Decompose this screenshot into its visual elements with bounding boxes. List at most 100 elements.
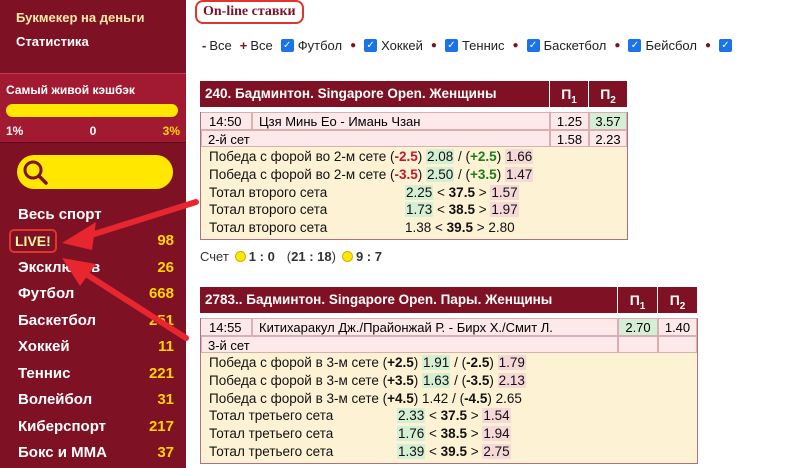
odd-p2[interactable]: 1.40 (658, 318, 697, 336)
odds-header-p2: П2 (589, 81, 628, 107)
sidebar: Букмекер на деньги Статистика Самый живо… (0, 0, 186, 468)
checkbox-baseball[interactable]: ✓ (628, 39, 642, 52)
checkbox-football[interactable]: ✓ (280, 39, 294, 52)
odd-value[interactable]: 1.42 (422, 391, 448, 406)
score-label: Счет (200, 249, 229, 264)
odd-under[interactable]: 1.76 (397, 426, 426, 442)
menu-item-basketball[interactable]: Баскетбол 251 (0, 307, 186, 334)
odds-header-label: П (669, 292, 680, 308)
odd-value[interactable]: 2.13 (497, 372, 526, 388)
event-title[interactable]: 2783.. Бадминтон. Singapore Open. Пары. … (200, 287, 618, 313)
match-teams[interactable]: Цзя Минь Ео - Имань Чзан (252, 112, 550, 130)
checkbox-tennis[interactable]: ✓ (444, 39, 458, 52)
menu-item-count: 668 (148, 285, 174, 303)
odd-under[interactable]: 2.25 (405, 184, 434, 200)
total-line: Тотал третьего сета 2.33 < 37.5 > 1.54 (209, 408, 511, 424)
menu-item-label: Бокс и MMA (18, 444, 107, 462)
menu-item-label: Футбол (18, 285, 75, 303)
odd-under[interactable]: 1.73 (405, 202, 434, 218)
odd-under[interactable]: 2.33 (397, 408, 426, 424)
menu-item-volleyball[interactable]: Волейбол 31 (0, 387, 186, 414)
odd-over[interactable]: 1.57 (490, 184, 519, 200)
total-value: 37.5 (448, 184, 475, 200)
filter-label-basketball[interactable]: Баскетбол (544, 38, 607, 53)
plus-icon[interactable]: + (240, 38, 248, 53)
odd-value[interactable]: 2.08 (426, 149, 455, 164)
handicap-value: -2.5 (394, 149, 418, 164)
odd-value[interactable]: 1.63 (422, 372, 451, 388)
handicap-value: -3.5 (394, 166, 418, 182)
menu-item-tennis[interactable]: Теннис 221 (0, 360, 186, 387)
bullet-icon: ● (430, 40, 437, 51)
odd-p1[interactable]: 2.70 (618, 318, 658, 336)
match-teams[interactable]: Китихаракул Дж./Прайонжай Р. - Бирх Х./С… (252, 318, 618, 336)
menu-item-count: 98 (157, 232, 174, 250)
menu-item-hockey[interactable]: Хоккей 11 (0, 334, 186, 361)
menu-item-label: Весь спорт (18, 205, 102, 223)
handicap-value: +2.5 (470, 149, 497, 164)
filter-label-baseball[interactable]: Бейсбол (645, 38, 697, 53)
market-label: Тотал третьего сета (209, 443, 334, 459)
search-icon[interactable] (20, 157, 50, 187)
sidebar-link-bookmaker[interactable]: Букмекер на деньги (16, 6, 186, 30)
search-input[interactable] (17, 155, 173, 189)
handicap-value: -4.5 (464, 390, 488, 406)
market-label: Победа с форой в 3-м сете (209, 372, 379, 388)
odd-p2[interactable]: 3.57 (589, 112, 627, 130)
handicap-line: Победа с форой в 3-м сете (+4.5) 1.42 / … (209, 390, 522, 406)
menu-item-label: Киберспорт (18, 417, 107, 435)
odd-value[interactable]: 1.79 (497, 355, 526, 370)
menu-item-boxing-mma[interactable]: Бокс и MMA 37 (0, 440, 186, 467)
handicap-value: +3.5 (387, 372, 414, 388)
checkbox-basketball[interactable]: ✓ (526, 39, 540, 52)
menu-item-football[interactable]: Футбол 668 (0, 281, 186, 308)
market-label: Победа с форой в 3-м сете (209, 390, 379, 406)
odds-header-label: П (629, 292, 640, 308)
odd-value[interactable]: 2.50 (426, 166, 455, 182)
set-odd-p2[interactable] (658, 335, 697, 353)
odd-over[interactable]: 1.54 (482, 408, 511, 424)
filter-minus-all[interactable]: Все (209, 38, 231, 53)
odd-under[interactable]: 1.39 (397, 443, 426, 459)
cashback-widget[interactable]: Самый живой кэшбэк 1% 0 3% (0, 73, 186, 143)
main-content: On-line ставки - Все + Все ✓ Футбол ● ✓ Хокке… (186, 0, 798, 468)
odd-under[interactable]: 1.38 (405, 220, 431, 235)
menu-item-live[interactable]: LIVE! 98 (0, 228, 186, 255)
odd-value[interactable]: 1.47 (504, 166, 534, 182)
menu-item-all-sports[interactable]: Весь спорт (0, 201, 186, 228)
odds-header-p1: П1 (550, 81, 589, 107)
filter-plus-all[interactable]: Все (250, 38, 272, 53)
set-odd-p2[interactable]: 2.23 (589, 129, 627, 147)
cashback-mid: 0 (89, 124, 97, 138)
set-odd-p1[interactable]: 1.58 (550, 129, 589, 147)
odd-over[interactable]: 1.94 (482, 426, 511, 442)
odd-p1[interactable]: 1.25 (550, 112, 589, 130)
odd-over[interactable]: 2.75 (482, 443, 511, 459)
menu-item-count: 31 (157, 391, 174, 409)
total-line: Тотал третьего сета 1.76 < 38.5 > 1.94 (209, 426, 511, 442)
checkbox-more[interactable]: ✓ (718, 39, 732, 52)
checkbox-hockey[interactable]: ✓ (364, 39, 378, 52)
market-label: Тотал второго сета (209, 202, 328, 218)
sports-menu: Весь спорт LIVE! 98 Эксклюзив 26 Футбол 668… (0, 201, 186, 466)
total-value: 39.5 (440, 443, 467, 459)
odd-value[interactable]: 1.91 (422, 355, 451, 370)
sidebar-link-statistics[interactable]: Статистика (16, 30, 186, 54)
filter-label-tennis[interactable]: Теннис (462, 38, 505, 53)
total-line: Тотал второго сета 1.73 < 38.5 > 1.97 (209, 202, 519, 218)
minus-icon[interactable]: - (202, 38, 206, 53)
cashback-progress-bar (6, 104, 178, 117)
filter-label-football[interactable]: Футбол (298, 38, 342, 53)
odd-value[interactable]: 2.65 (496, 391, 522, 406)
menu-item-exclusive[interactable]: Эксклюзив 26 (0, 254, 186, 281)
odd-over[interactable]: 2.80 (488, 220, 514, 235)
set-odd-p1[interactable] (618, 335, 658, 353)
filter-label-hockey[interactable]: Хоккей (381, 38, 423, 53)
event-title[interactable]: 240. Бадминтон. Singapore Open. Женщины (200, 81, 550, 107)
menu-item-esports[interactable]: Киберспорт 217 (0, 413, 186, 440)
odd-over[interactable]: 1.97 (490, 202, 519, 218)
odd-value[interactable]: 1.66 (504, 149, 534, 164)
score-line: Счет 1 : 0 (21 : 18) 9 : 7 (200, 249, 382, 264)
odds-header-sub: 2 (679, 300, 686, 312)
menu-item-count: 26 (157, 258, 174, 276)
